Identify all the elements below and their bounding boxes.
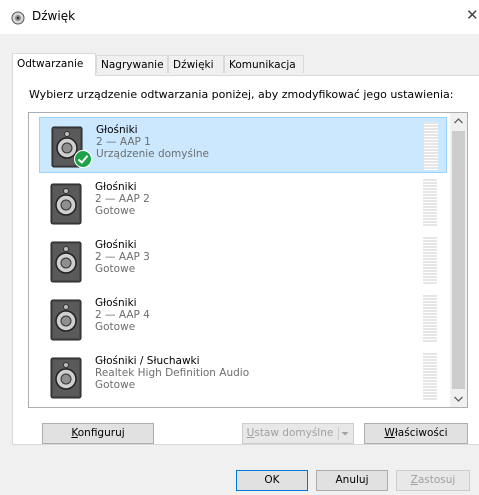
device-name: Głośniki [96,124,138,136]
window-title: Dźwięk [32,9,76,23]
properties-accel: W [384,427,395,439]
list-item-device[interactable]: Głośniki 2 — AAP 4 Gotowe [39,291,447,347]
device-text: Głośniki 2 — AAP 4 Gotowe [95,297,150,333]
speaker-app-icon [11,11,25,25]
chevron-down-icon[interactable] [450,390,467,407]
device-name: Głośniki [95,239,137,251]
device-status: Gotowe [95,321,136,333]
device-status: Gotowe [95,205,136,217]
device-detail: 2 — AAP 1 [96,136,151,148]
device-status: Urządzenie domyślne [96,148,209,160]
volume-meter [423,295,437,343]
apply-accel: Z [410,474,418,486]
tab-communications[interactable]: Komunikacja [224,55,304,73]
apply-button[interactable]: Zastosuj [396,470,470,491]
properties-label: łaściwości [394,427,448,439]
volume-meter [423,179,437,227]
list-item-device[interactable]: Głośniki / Słuchawki Realtek High Defini… [39,349,447,405]
list-item-device[interactable]: Głośniki 2 — AAP 2 Gotowe [39,175,447,231]
dropdown-arrow-icon[interactable] [338,427,351,440]
device-detail: 2 — AAP 2 [95,193,150,205]
speaker-icon [50,241,82,283]
device-name: Głośniki / Słuchawki [95,355,200,367]
scrollbar-thumb[interactable] [452,131,465,389]
speaker-icon [50,183,82,225]
device-detail: 2 — AAP 4 [95,309,150,321]
device-detail: Realtek High Definition Audio [95,367,250,379]
device-detail: 2 — AAP 3 [95,251,150,263]
sound-dialog: Odtwarzanie Nagrywanie Dźwięki Komunikac… [0,34,479,495]
device-name: Głośniki [95,181,137,193]
volume-meter [423,237,437,285]
chevron-up-icon[interactable] [450,113,467,130]
configure-label: onfiguruj [77,427,125,439]
device-text: Głośniki / Słuchawki Realtek High Defini… [95,355,249,391]
device-name: Głośniki [95,297,137,309]
instruction-text: Wybierz urządzenie odtwarzania poniżej, … [29,88,454,101]
set-default-button[interactable]: Ustaw domyślne [242,423,354,444]
device-text: Głośniki 2 — AAP 3 Gotowe [95,239,150,275]
close-icon[interactable]: ✕ [466,6,479,24]
tab-sounds[interactable]: Dźwięki [168,55,224,73]
playback-device-list[interactable]: Głośniki 2 — AAP 1 Urządzenie domyślne G… [28,112,468,408]
properties-button[interactable]: Właściwości [364,423,468,444]
set-default-label: staw domyślne [254,427,334,439]
volume-meter [424,122,438,170]
volume-meter [423,353,437,401]
configure-button[interactable]: Konfiguruj [42,423,154,444]
list-item-device[interactable]: Głośniki 2 — AAP 3 Gotowe [39,233,447,289]
device-text: Głośniki 2 — AAP 2 Gotowe [95,181,150,217]
cancel-button[interactable]: Anuluj [316,470,388,491]
apply-label: astosuj [417,474,456,486]
speaker-icon [50,299,82,341]
default-device-check-icon [74,150,92,168]
device-status: Gotowe [95,263,136,275]
device-text: Głośniki 2 — AAP 1 Urządzenie domyślne [96,124,209,160]
list-scrollbar[interactable] [450,113,467,407]
tab-recording[interactable]: Nagrywanie [96,55,168,73]
device-status: Gotowe [95,379,136,391]
list-item-device[interactable]: Głośniki 2 — AAP 1 Urządzenie domyślne [39,117,447,173]
speaker-icon [50,357,82,399]
tab-playback[interactable]: Odtwarzanie [12,53,96,76]
title-bar: Dźwięk ✕ [0,0,479,34]
ok-button[interactable]: OK [236,470,308,491]
